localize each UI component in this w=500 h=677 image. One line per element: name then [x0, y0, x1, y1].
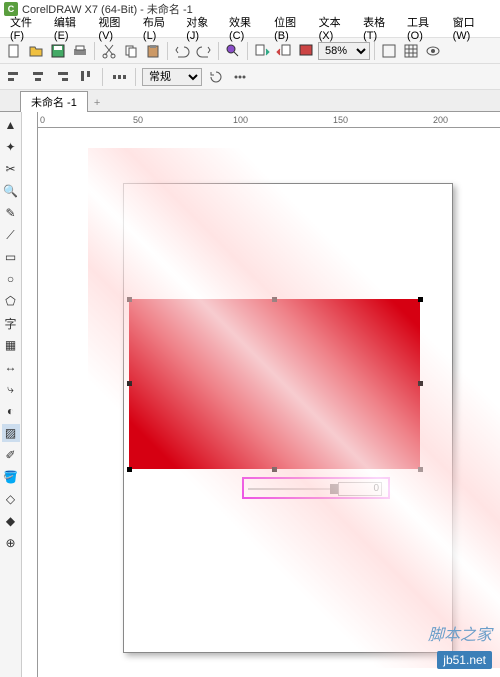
text-tool-icon[interactable]: 字 [2, 314, 20, 332]
separator [135, 68, 136, 86]
slider-track [248, 488, 338, 490]
ruler-horizontal: 0 50 100 150 200 [38, 112, 500, 128]
toolbox: ▲ ✦ ✂ 🔍 ✎ ⟋ ▭ ○ ⬠ 字 ▦ ↔ ⤷ ◐ ▨ ✐ 🪣 ◇ ◆ ⊕ [0, 112, 22, 677]
ellipse-tool-icon[interactable]: ○ [2, 270, 20, 288]
new-icon[interactable] [4, 41, 24, 61]
slider-thumb[interactable] [330, 484, 338, 494]
copy-icon[interactable] [121, 41, 141, 61]
cut-icon[interactable] [99, 41, 119, 61]
paste-icon[interactable] [143, 41, 163, 61]
ruler-tick: 50 [133, 115, 143, 125]
watermark-badge: jb51.net [437, 651, 492, 669]
menu-bar: 文件(F) 编辑(E) 视图(V) 布局(L) 对象(J) 效果(C) 位图(B… [0, 18, 500, 38]
export-icon[interactable] [274, 41, 294, 61]
transparency-value[interactable]: 0 [338, 482, 382, 496]
ruler-tick: 100 [233, 115, 248, 125]
align-left-icon[interactable] [4, 67, 24, 87]
workspace: 0 50 100 150 200 ▲ ✦ ✂ 🔍 ✎ ⟋ ▭ ○ ⬠ 字 ▦ ↔… [0, 112, 500, 677]
preview-icon[interactable] [423, 41, 443, 61]
selection-handle[interactable] [272, 467, 277, 472]
menu-tools[interactable]: 工具(O) [403, 12, 447, 44]
connector-tool-icon[interactable]: ⤷ [2, 380, 20, 398]
pick-tool-icon[interactable]: ▲ [2, 116, 20, 134]
menu-window[interactable]: 窗口(W) [449, 12, 494, 44]
freehand-tool-icon[interactable]: ✎ [2, 204, 20, 222]
page: 0 [123, 183, 453, 653]
publish-icon[interactable] [296, 41, 316, 61]
save-icon[interactable] [48, 41, 68, 61]
tab-document[interactable]: 未命名 -1 [20, 91, 88, 112]
dimension-tool-icon[interactable]: ↔ [2, 358, 20, 376]
menu-view[interactable]: 视图(V) [94, 12, 137, 44]
menu-layout[interactable]: 布局(L) [139, 12, 180, 44]
menu-object[interactable]: 对象(J) [182, 12, 223, 44]
transparency-slider-highlight: 0 [242, 477, 390, 499]
ruler-vertical [22, 112, 38, 677]
document-tabs: 未命名 -1 + [0, 90, 500, 112]
rectangle-object[interactable] [129, 299, 420, 469]
selection-handle[interactable] [418, 467, 423, 472]
transparency-tool-icon[interactable]: ▨ [2, 424, 20, 442]
menu-bitmap[interactable]: 位图(B) [270, 12, 313, 44]
selection-handle[interactable] [127, 381, 132, 386]
ruler-tick: 200 [433, 115, 448, 125]
selection-handle[interactable] [418, 297, 423, 302]
selection-handle[interactable] [127, 467, 132, 472]
separator [247, 42, 248, 60]
crop-tool-icon[interactable]: ✂ [2, 160, 20, 178]
distribute-icon[interactable] [109, 67, 129, 87]
canvas[interactable]: 0 [38, 128, 500, 677]
table-tool-icon[interactable]: ▦ [2, 336, 20, 354]
separator [167, 42, 168, 60]
menu-file[interactable]: 文件(F) [6, 12, 48, 44]
fullscreen-icon[interactable] [379, 41, 399, 61]
smart-tool-icon[interactable]: ⟋ [2, 226, 20, 244]
ruler-tick: 150 [333, 115, 348, 125]
outline-tool-icon[interactable]: ◇ [2, 490, 20, 508]
menu-text[interactable]: 文本(X) [315, 12, 358, 44]
shape-tool-icon[interactable]: ✦ [2, 138, 20, 156]
separator [374, 42, 375, 60]
selection-handle[interactable] [418, 381, 423, 386]
effects-tool-icon[interactable]: ◐ [2, 402, 20, 420]
polygon-tool-icon[interactable]: ⬠ [2, 292, 20, 310]
zoom-select[interactable]: 58% [318, 42, 370, 60]
separator [218, 42, 219, 60]
separator [102, 68, 103, 86]
align-center-icon[interactable] [28, 67, 48, 87]
style-select[interactable]: 常规 [142, 68, 202, 86]
watermark-text: 脚本之家 [428, 621, 492, 645]
interactive-fill-icon[interactable]: ◆ [2, 512, 20, 530]
rectangle-tool-icon[interactable]: ▭ [2, 248, 20, 266]
menu-table[interactable]: 表格(T) [359, 12, 401, 44]
grid-icon[interactable] [401, 41, 421, 61]
open-icon[interactable] [26, 41, 46, 61]
fill-tool-icon[interactable]: 🪣 [2, 468, 20, 486]
undo-icon[interactable] [172, 41, 192, 61]
print-icon[interactable] [70, 41, 90, 61]
search-icon[interactable] [223, 41, 243, 61]
redo-icon[interactable] [194, 41, 214, 61]
plus-icon[interactable]: ⊕ [2, 534, 20, 552]
menu-effects[interactable]: 效果(C) [225, 12, 268, 44]
tab-add-icon[interactable]: + [88, 95, 106, 111]
refresh-icon[interactable] [206, 67, 226, 87]
more-icon[interactable] [230, 67, 250, 87]
align-top-icon[interactable] [76, 67, 96, 87]
import-icon[interactable] [252, 41, 272, 61]
menu-edit[interactable]: 编辑(E) [50, 12, 93, 44]
selection-handle[interactable] [272, 297, 277, 302]
eyedropper-tool-icon[interactable]: ✐ [2, 446, 20, 464]
selection-handle[interactable] [127, 297, 132, 302]
zoom-tool-icon[interactable]: 🔍 [2, 182, 20, 200]
align-right-icon[interactable] [52, 67, 72, 87]
ruler-tick: 0 [40, 115, 45, 125]
property-bar: 常规 [0, 64, 500, 90]
separator [94, 42, 95, 60]
